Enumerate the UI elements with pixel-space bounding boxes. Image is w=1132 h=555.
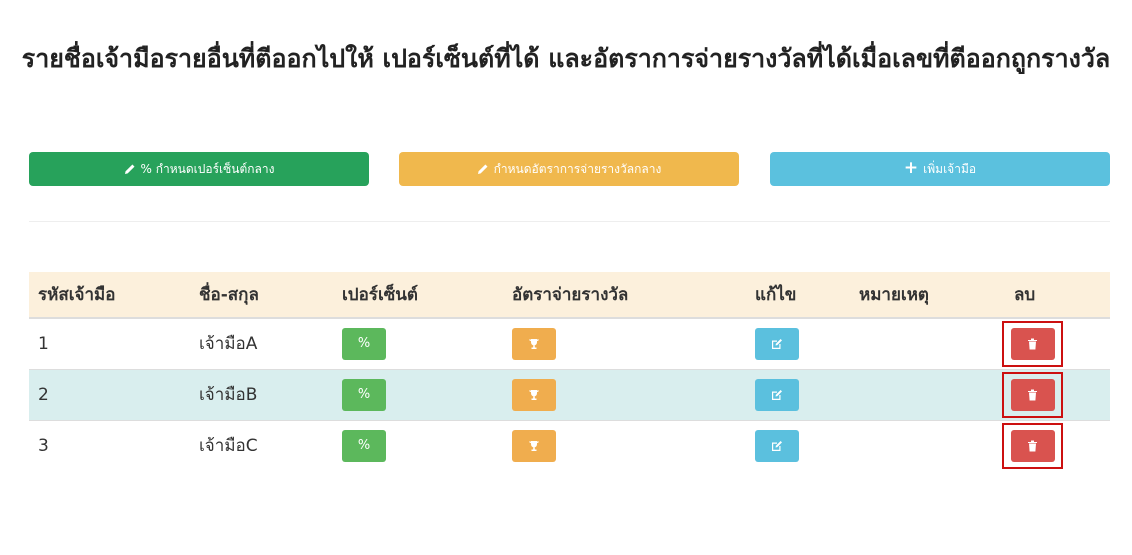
column-header-percent: เปอร์เซ็นต์ — [333, 272, 503, 319]
set-central-percent-label: % กำหนดเปอร์เซ็นต์กลาง — [140, 161, 275, 176]
trash-icon — [1028, 440, 1037, 452]
percent-button[interactable]: % — [342, 429, 386, 462]
trophy-icon — [529, 338, 539, 349]
trophy-icon — [529, 440, 539, 451]
trash-icon — [1028, 389, 1037, 400]
plus-icon: + — [903, 157, 919, 178]
dealer-name-cell: เจ้ามือB — [190, 368, 333, 420]
edit-button[interactable] — [755, 327, 799, 360]
edit-icon — [772, 440, 782, 451]
add-dealer-button[interactable]: + เพิ่มเจ้ามือ — [770, 152, 1110, 186]
set-central-rate-label: กำหนดอัตราการจ่ายรางวัลกลาง — [493, 161, 662, 176]
column-header-dealer-id: รหัสเจ้ามือ — [29, 272, 190, 319]
percent-button[interactable]: % — [342, 378, 386, 411]
note-cell — [850, 368, 1005, 420]
pencil-icon — [124, 163, 136, 175]
dealer-name-cell: เจ้ามือA — [199, 334, 258, 355]
divider — [29, 221, 1110, 222]
delete-highlight — [1002, 320, 1063, 367]
column-header-delete: ลบ — [1005, 272, 1110, 319]
add-dealer-label: เพิ่มเจ้ามือ — [923, 161, 977, 176]
edit-button[interactable] — [755, 378, 799, 411]
note-cell — [850, 318, 1005, 369]
column-header-payout-rate: อัตราจ่ายรางวัล — [503, 272, 746, 319]
delete-button[interactable] — [1010, 327, 1055, 360]
dealer-id-cell: 3 — [29, 419, 190, 471]
dealer-id-cell: 2 — [29, 368, 190, 420]
dealer-id-cell: 1 — [38, 333, 49, 354]
delete-button[interactable] — [1010, 378, 1055, 411]
edit-icon — [772, 338, 782, 349]
page-title: รายชื่อเจ้ามือรายอื่นที่ตีออกไปให้ เปอร์… — [21, 44, 1111, 73]
note-cell — [850, 419, 1005, 471]
column-header-note: หมายเหตุ — [850, 272, 1005, 319]
payout-rate-button[interactable] — [512, 378, 556, 411]
table-row: 1 เจ้ามือA % — [29, 318, 1110, 369]
payout-rate-button[interactable] — [512, 429, 556, 462]
pencil-icon — [477, 163, 489, 175]
edit-button[interactable] — [755, 429, 799, 462]
percent-button[interactable]: % — [342, 327, 386, 360]
column-header-name: ชื่อ-สกุล — [190, 272, 333, 319]
set-central-rate-button[interactable]: กำหนดอัตราการจ่ายรางวัลกลาง — [399, 152, 739, 186]
dealer-name-cell: เจ้ามือC — [190, 419, 333, 471]
dealer-table: รหัสเจ้ามือ ชื่อ-สกุล เปอร์เซ็นต์ อัตราจ… — [29, 272, 1110, 471]
delete-highlight — [1002, 371, 1063, 418]
edit-icon — [772, 389, 782, 400]
trophy-icon — [529, 389, 539, 400]
delete-highlight — [1002, 422, 1063, 469]
delete-button[interactable] — [1010, 429, 1055, 462]
table-header-row: รหัสเจ้ามือ ชื่อ-สกุล เปอร์เซ็นต์ อัตราจ… — [29, 272, 1110, 319]
table-row: 2 เจ้ามือB % — [29, 368, 1110, 420]
set-central-percent-button[interactable]: % กำหนดเปอร์เซ็นต์กลาง — [29, 152, 369, 186]
payout-rate-button[interactable] — [512, 327, 556, 360]
trash-icon — [1028, 338, 1037, 350]
table-row: 3 เจ้ามือC % — [29, 419, 1110, 471]
column-header-edit: แก้ไข — [746, 272, 850, 319]
